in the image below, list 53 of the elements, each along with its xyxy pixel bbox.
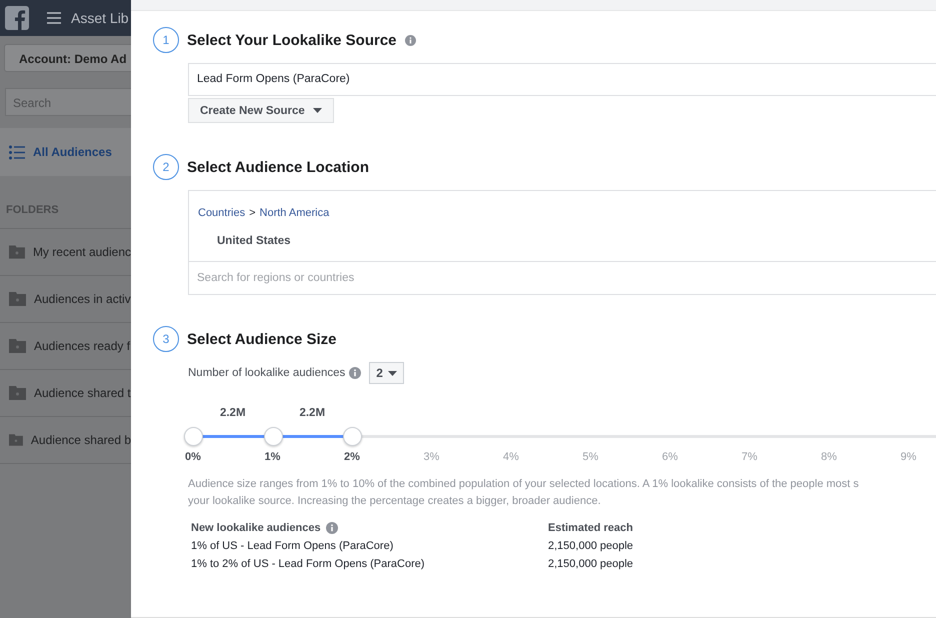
breadcrumb-separator: > [249, 207, 256, 219]
percent-tick: 7% [742, 451, 758, 463]
caret-icon [312, 108, 322, 113]
menu-icon[interactable] [47, 12, 61, 24]
step-title: Select Audience Size [187, 330, 337, 348]
create-source-button[interactable]: Create New Source [188, 98, 334, 123]
table-cell-text: 1% to 2% of US - Lead Form Opens (ParaCore) [191, 558, 426, 570]
step-number: 2 [153, 154, 179, 180]
percent-tick: 5% [582, 451, 598, 463]
reach-label: 2.2M [220, 407, 246, 419]
folder-icon [9, 339, 26, 353]
percent-tick: 8% [821, 451, 837, 463]
list-icon [9, 144, 25, 160]
count-dropdown[interactable]: 2 [369, 362, 404, 384]
slider-thumb[interactable] [264, 427, 282, 446]
slider-thumb[interactable] [184, 427, 203, 446]
account-selector[interactable]: Account: Demo Ad [4, 44, 131, 72]
count-label: Number of lookalike audiences [188, 367, 346, 379]
info-icon[interactable] [326, 522, 338, 534]
logo-icon[interactable] [5, 6, 29, 30]
step-title: Select Audience Location [187, 158, 369, 176]
column-header: New lookalike audiences [191, 522, 321, 534]
table-cell-text: 1% of US - Lead Form Opens (ParaCore) [191, 540, 394, 552]
slider-thumb[interactable] [343, 427, 362, 446]
percent-tick: 3% [424, 451, 440, 463]
info-icon[interactable] [349, 367, 362, 379]
breadcrumb-link[interactable]: North America [260, 207, 330, 219]
percent-tick: 1% [264, 451, 280, 463]
location-search-field[interactable]: Search for regions or countries [188, 261, 936, 295]
table-cell-text: 2,150,000 people [548, 540, 634, 552]
percent-tick: 9% [900, 451, 916, 463]
step-title: Select Your Lookalike Source [187, 32, 397, 48]
percent-tick: 6% [662, 451, 678, 463]
table-cell-text: 2,150,000 people [548, 558, 634, 570]
folder-icon [9, 292, 26, 306]
info-icon[interactable] [404, 34, 416, 46]
size-description: Audience size ranges from 1% to 10% of the combined population of your selected locations. A 1% lookalike consists of the people most s your lookalike source. Increasing the percentage creates a bigger, broader audience. [188, 477, 860, 509]
percent-tick: 4% [503, 451, 519, 463]
source-field[interactable]: Lead Form Opens (ParaCore) [188, 63, 936, 96]
reach-label: 2.2M [299, 407, 326, 419]
breadcrumb-link[interactable]: Countries [198, 207, 246, 219]
column-header: Estimated reach [548, 522, 633, 534]
selected-location: United States [216, 234, 292, 249]
caret-icon [388, 370, 397, 376]
percent-tick: 2% [344, 451, 360, 463]
step-number: 3 [153, 326, 179, 352]
step-number: 1 [153, 27, 179, 53]
folder-icon [9, 433, 23, 447]
all-audiences-item[interactable]: All Audiences [0, 128, 131, 176]
folder-icon [9, 386, 26, 400]
app-title: Asset Lib [71, 10, 129, 26]
folder-icon [9, 245, 25, 259]
percent-tick: 0% [185, 451, 201, 463]
